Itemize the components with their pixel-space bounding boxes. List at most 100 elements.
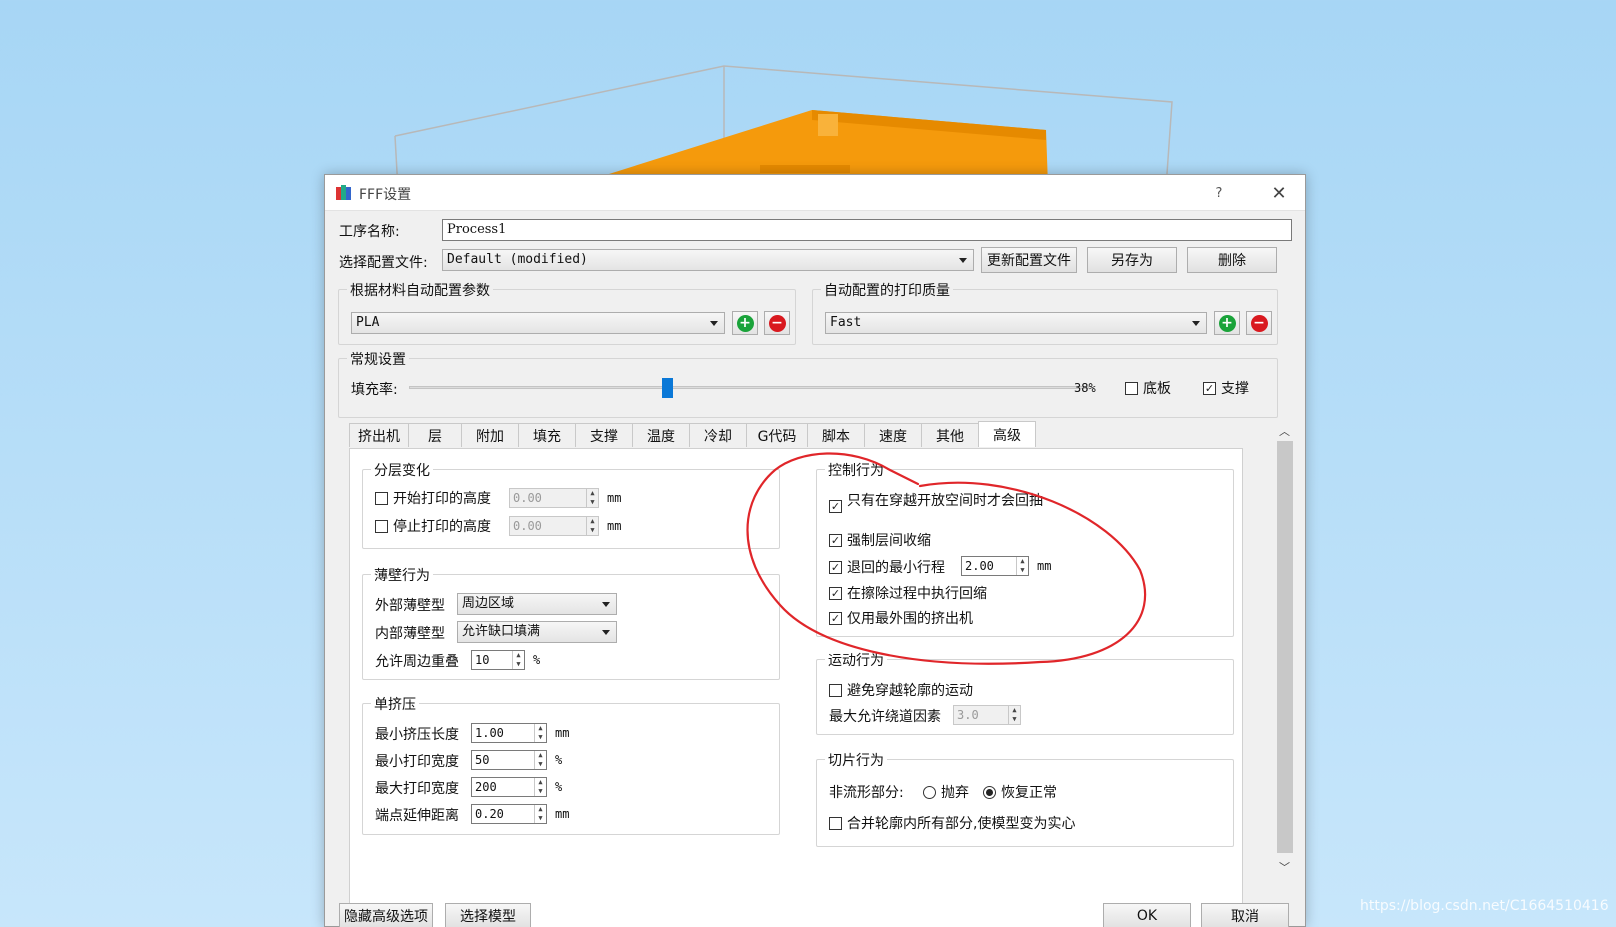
stop-height-input[interactable]: 0.00 ▲ ▼ — [509, 516, 599, 536]
minus-icon: − — [768, 314, 786, 332]
update-profile-button[interactable]: 更新配置文件 — [981, 247, 1077, 273]
save-as-button[interactable]: 另存为 — [1087, 247, 1177, 273]
delete-button[interactable]: 删除 — [1187, 247, 1277, 273]
tab-5[interactable]: 温度 — [632, 423, 690, 447]
spin-arrows-icon[interactable]: ▲ ▼ — [586, 489, 598, 507]
merge-contours-label: 合并轮廓内所有部分,使模型变为实心 — [847, 816, 1076, 832]
stop-height-checkbox[interactable] — [375, 520, 388, 533]
ok-button[interactable]: OK — [1103, 903, 1191, 927]
scrollbar-thumb[interactable] — [1277, 441, 1293, 853]
inner-thin-wall-label: 内部薄壁型 — [375, 626, 445, 642]
chevron-down-icon — [959, 258, 967, 263]
chevron-up-icon[interactable]: ︿ — [1279, 423, 1290, 439]
fff-settings-dialog: FFF设置 ? ✕ 工序名称: Process1 选择配置文件: Default… — [324, 174, 1306, 927]
tab-9[interactable]: 速度 — [864, 423, 922, 447]
hide-advanced-button[interactable]: 隐藏高级选项 — [339, 903, 433, 927]
infill-label: 填充率: — [351, 382, 398, 398]
select-model-button[interactable]: 选择模型 — [445, 903, 531, 927]
minus-icon: − — [1250, 314, 1268, 332]
remove-quality-button[interactable]: − — [1246, 311, 1272, 335]
max-print-width-input[interactable]: 200 ▲ ▼ — [471, 777, 547, 797]
min-extrusion-length-input[interactable]: 1.00 ▲ ▼ — [471, 723, 547, 743]
quality-select[interactable]: Fast — [825, 312, 1207, 334]
perimeter-overlap-unit: % — [533, 653, 541, 667]
panel-scrollbar[interactable]: ︿ ﹀ — [1275, 419, 1295, 879]
add-material-button[interactable]: + — [732, 311, 758, 335]
close-button[interactable]: ✕ — [1255, 175, 1303, 211]
nonmanifold-label: 非流形部分: — [829, 785, 904, 801]
tab-7[interactable]: G代码 — [746, 423, 808, 447]
endpoint-extension-input[interactable]: 0.20 ▲ ▼ — [471, 804, 547, 824]
remove-material-button[interactable]: − — [764, 311, 790, 335]
infill-slider-thumb[interactable] — [662, 378, 674, 398]
tab-10[interactable]: 其他 — [921, 423, 979, 447]
tab-1[interactable]: 层 — [408, 423, 462, 447]
discard-radio[interactable] — [923, 786, 936, 799]
layer-change-title: 分层变化 — [371, 460, 433, 480]
min-travel-input[interactable]: 2.00 ▲ ▼ — [961, 556, 1029, 576]
start-height-input[interactable]: 0.00 ▲ ▼ — [509, 488, 599, 508]
tab-4[interactable]: 支撑 — [575, 423, 633, 447]
spin-arrows-icon[interactable]: ▲ ▼ — [512, 651, 524, 669]
tab-0[interactable]: 挤出机 — [349, 423, 409, 447]
auto-material-title: 根据材料自动配置参数 — [347, 280, 493, 300]
outer-thin-wall-label: 外部薄壁型 — [375, 598, 445, 614]
perimeter-overlap-input[interactable]: 10 ▲ ▼ — [471, 650, 525, 670]
min-print-width-input[interactable]: 50 ▲ ▼ — [471, 750, 547, 770]
avoid-crossing-checkbox[interactable] — [829, 684, 842, 697]
min-travel-checkbox[interactable]: ✓ — [829, 561, 842, 574]
control-behavior-group: 控制行为 ✓ 只有在穿越开放空间时才会回抽 ✓ 强制层间收缩 ✓ 退回的最小行程… — [816, 460, 1234, 637]
merge-contours-checkbox[interactable] — [829, 817, 842, 830]
app-icon — [336, 185, 351, 200]
process-name-input[interactable]: Process1 — [442, 219, 1292, 241]
spin-arrows-icon[interactable]: ▲ ▼ — [534, 805, 546, 823]
max-detour-label: 最大允许绕道因素 — [829, 709, 941, 725]
single-extrusion-group: 单挤压 最小挤压长度 1.00 ▲ ▼ mm 最小打印宽度 50 ▲ ▼ % 最大打… — [362, 694, 780, 835]
discard-label: 抛弃 — [941, 785, 969, 801]
settings-tabs: 挤出机层附加 填充 支撑 温度 冷却 G代码 脚本 速度 其他 高级 — [349, 421, 1049, 449]
plus-icon: + — [1218, 314, 1236, 332]
spin-arrows-icon[interactable]: ▲ ▼ — [1008, 706, 1020, 724]
inner-thin-wall-select[interactable]: 允许缺口填满 — [457, 621, 617, 643]
auto-material-group: 根据材料自动配置参数 PLA + − — [338, 280, 796, 345]
slicing-behavior-title: 切片行为 — [825, 750, 887, 770]
min-print-width-label: 最小打印宽度 — [375, 754, 459, 770]
process-name-label: 工序名称: — [339, 224, 400, 240]
restore-radio[interactable] — [983, 786, 996, 799]
thin-wall-group: 薄壁行为 外部薄壁型 周边区域 内部薄壁型 允许缺口填满 允许周边重叠 10 ▲… — [362, 565, 780, 680]
spin-arrows-icon[interactable]: ▲ ▼ — [534, 778, 546, 796]
single-extrusion-title: 单挤压 — [371, 694, 419, 714]
tab-2[interactable]: 附加 — [461, 423, 519, 447]
tab-6[interactable]: 冷却 — [689, 423, 747, 447]
raft-checkbox[interactable] — [1125, 382, 1138, 395]
cancel-button[interactable]: 取消 — [1201, 903, 1289, 927]
spin-arrows-icon[interactable]: ▲ ▼ — [1016, 557, 1028, 575]
chevron-down-icon[interactable]: ﹀ — [1279, 859, 1290, 875]
spin-arrows-icon[interactable]: ▲ ▼ — [534, 751, 546, 769]
support-label: 支撑 — [1221, 381, 1249, 397]
support-checkbox[interactable]: ✓ — [1203, 382, 1216, 395]
material-select[interactable]: PLA — [351, 312, 725, 334]
force-retract-layer-checkbox[interactable]: ✓ — [829, 534, 842, 547]
only-retract-crossing-checkbox[interactable]: ✓ — [829, 500, 842, 513]
infill-slider-track[interactable] — [409, 386, 1089, 389]
tab-8[interactable]: 脚本 — [807, 423, 865, 447]
start-height-unit: mm — [607, 491, 622, 505]
help-button[interactable]: ? — [1205, 175, 1233, 211]
outer-thin-wall-value: 周边区域 — [462, 596, 515, 611]
tab-11[interactable]: 高级 — [978, 421, 1036, 447]
wipe-retract-checkbox[interactable]: ✓ — [829, 587, 842, 600]
start-height-checkbox[interactable] — [375, 492, 388, 505]
spin-arrows-icon[interactable]: ▲ ▼ — [534, 724, 546, 742]
max-detour-input[interactable]: 3.0 ▲ ▼ — [953, 705, 1021, 725]
tab-3[interactable]: 填充 — [518, 423, 576, 447]
perimeter-overlap-value: 10 — [475, 653, 490, 667]
spin-arrows-icon[interactable]: ▲ ▼ — [586, 517, 598, 535]
outer-thin-wall-select[interactable]: 周边区域 — [457, 593, 617, 615]
movement-behavior-title: 运动行为 — [825, 650, 887, 670]
material-value: PLA — [356, 315, 380, 330]
outer-extruder-only-checkbox[interactable]: ✓ — [829, 612, 842, 625]
profile-select[interactable]: Default (modified) — [442, 249, 974, 271]
add-quality-button[interactable]: + — [1214, 311, 1240, 335]
chevron-down-icon — [1192, 321, 1200, 326]
